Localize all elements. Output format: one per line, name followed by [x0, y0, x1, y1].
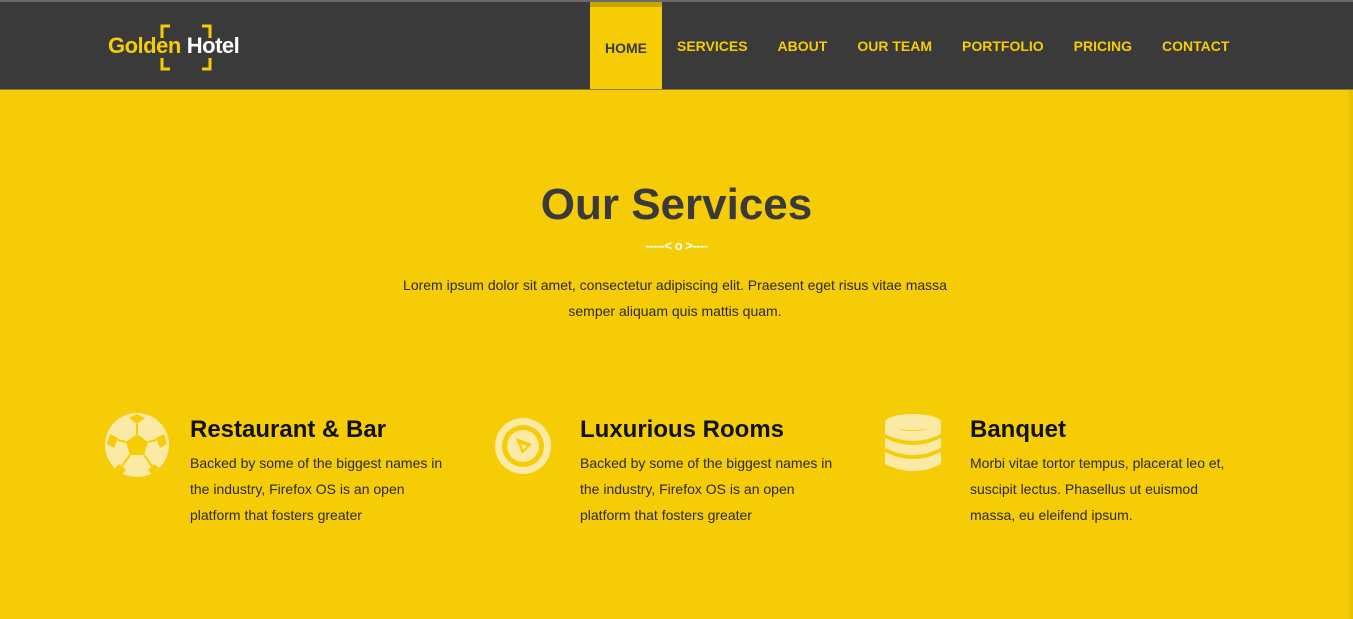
service-text: Backed by some of the biggest names in t…: [580, 455, 833, 523]
service-card-banquet: Banquet Morbi vitae tortor tempus, place…: [884, 412, 1244, 532]
title-divider: -----< o >----: [645, 238, 708, 253]
page-scrollbar[interactable]: [1349, 90, 1353, 619]
service-text: Backed by some of the biggest names in t…: [190, 455, 443, 523]
nav-item-our-team[interactable]: OUR TEAM: [842, 2, 947, 89]
play-circle-icon: [494, 412, 560, 478]
nav-item-portfolio[interactable]: PORTFOLIO: [947, 2, 1059, 89]
nav-item-pricing[interactable]: PRICING: [1059, 2, 1147, 89]
nav-item-contact[interactable]: CONTACT: [1147, 2, 1244, 89]
nav-item-about[interactable]: ABOUT: [763, 2, 843, 89]
brand-name-hotel: Hotel: [186, 33, 240, 58]
service-title: Luxurious Rooms: [580, 416, 785, 443]
brand-logo[interactable]: Golden Hotel: [108, 24, 258, 72]
navbar: Golden Hotel HOME SERVICES ABOUT OUR TEAM…: [0, 2, 1353, 90]
section-title: Our Services: [540, 180, 813, 229]
service-title: Restaurant & Bar: [190, 416, 387, 443]
soccer-ball-icon: [104, 412, 170, 478]
service-card-rooms: Luxurious Rooms Backed by some of the bi…: [494, 412, 854, 532]
main-nav: HOME SERVICES ABOUT OUR TEAM PORTFOLIO P…: [590, 2, 1244, 89]
nav-item-services[interactable]: SERVICES: [662, 2, 763, 89]
service-title: Banquet: [970, 416, 1066, 443]
brand-name: Golden Hotel: [108, 33, 240, 59]
service-text: Morbi vitae tortor tempus, placerat leo …: [970, 455, 1225, 523]
section-description: Lorem ipsum dolor sit amet, consectetur …: [403, 277, 947, 319]
brand-name-golden: Golden: [108, 33, 181, 58]
coin-stack-icon: [884, 412, 950, 478]
service-card-restaurant: Restaurant & Bar Backed by some of the b…: [104, 412, 464, 532]
nav-item-home[interactable]: HOME: [590, 2, 662, 89]
